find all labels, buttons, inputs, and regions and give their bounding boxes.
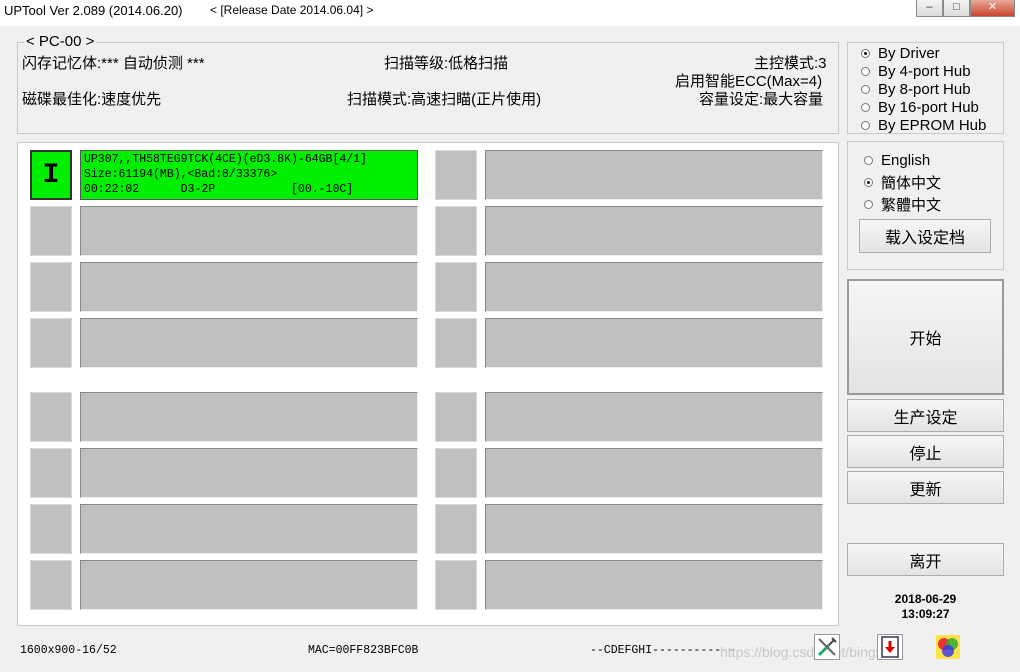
language-option-simplified[interactable]: 簡体中文 — [864, 171, 941, 193]
maximize-button[interactable]: □ — [943, 0, 970, 17]
stop-button[interactable]: 停止 — [847, 435, 1004, 468]
release-date: < [Release Date 2014.06.04] > — [210, 3, 374, 17]
scan-level-label: 扫描等级:低格扫描 — [384, 55, 509, 72]
radio-icon — [864, 155, 873, 165]
disk-optimization-label: 磁碟最佳化:速度优先 — [22, 91, 162, 108]
port-indicator — [435, 560, 477, 610]
watermark: https://blog.csdn.net/bingrez — [720, 644, 896, 660]
load-settings-button[interactable]: 载入设定档 — [859, 219, 991, 253]
radio-icon — [861, 66, 870, 76]
color-circles-icon[interactable] — [935, 634, 961, 660]
start-button[interactable]: 开始 — [847, 279, 1004, 395]
port-indicator — [30, 262, 72, 312]
port-indicator — [30, 504, 72, 554]
port-indicator — [30, 206, 72, 256]
port-slot[interactable] — [80, 504, 418, 554]
port-slot[interactable] — [485, 318, 823, 368]
radio-icon — [861, 48, 870, 58]
date-display: 2018-06-29 — [894, 592, 957, 606]
scan-mode-label: 扫描模式:高速扫瞄(正片使用) — [347, 91, 542, 108]
radio-icon — [861, 102, 870, 112]
production-settings-button[interactable]: 生产设定 — [847, 399, 1004, 432]
language-option-traditional[interactable]: 繁體中文 — [864, 193, 941, 215]
mode-option-8port[interactable]: By 8-port Hub — [861, 80, 986, 98]
port-slot[interactable] — [485, 392, 823, 442]
capacity-label: 容量设定:最大容量 — [699, 91, 824, 108]
time-display: 13:09:27 — [901, 607, 950, 621]
port-slot[interactable] — [485, 262, 823, 312]
port-indicator — [435, 392, 477, 442]
radio-icon — [864, 177, 873, 187]
resolution-status: 1600x900-16/52 — [20, 644, 117, 657]
radio-icon — [861, 120, 870, 130]
port-indicator — [435, 262, 477, 312]
language-options: English 簡体中文 繁體中文 — [864, 149, 941, 215]
port-slot[interactable] — [485, 504, 823, 554]
exit-button[interactable]: 离开 — [847, 543, 1004, 576]
port-indicator — [435, 206, 477, 256]
mode-option-16port[interactable]: By 16-port Hub — [861, 98, 986, 116]
port-indicator — [435, 150, 477, 200]
radio-icon — [861, 84, 870, 94]
port-slot[interactable] — [80, 560, 418, 610]
port-slot[interactable] — [485, 448, 823, 498]
group-label: < PC-00 > — [24, 33, 97, 50]
port-status-line: Size:61194(MB),<Bad:8/33376> — [84, 168, 278, 181]
port-indicator: I — [30, 150, 72, 200]
port-indicator — [435, 318, 477, 368]
port-slot[interactable] — [80, 318, 418, 368]
port-slot[interactable] — [80, 392, 418, 442]
drive-letters-status: --CDEFGHI------------ — [590, 644, 735, 657]
port-indicator — [30, 392, 72, 442]
port-indicator — [435, 504, 477, 554]
tools-icon[interactable] — [814, 634, 840, 660]
port-slot[interactable]: UP307,,TH58TEG9TCK(4CE)(eD3.8K)-64GB[4/1… — [80, 150, 418, 200]
mode-option-4port[interactable]: By 4-port Hub — [861, 62, 986, 80]
port-slot[interactable] — [485, 206, 823, 256]
language-option-english[interactable]: English — [864, 149, 941, 171]
port-slot[interactable] — [80, 448, 418, 498]
port-status-line: 00:22:02 D3-2P [00.-10C] — [84, 183, 354, 196]
minimize-button[interactable]: – — [916, 0, 943, 17]
radio-icon — [864, 199, 873, 209]
mode-option-driver[interactable]: By Driver — [861, 44, 986, 62]
port-slot[interactable] — [80, 262, 418, 312]
port-slot[interactable] — [485, 560, 823, 610]
download-icon[interactable] — [877, 634, 903, 660]
port-slot[interactable] — [80, 206, 418, 256]
port-indicator — [435, 448, 477, 498]
port-indicator — [30, 448, 72, 498]
port-indicator — [30, 560, 72, 610]
port-indicator — [30, 318, 72, 368]
window-title: UPTool Ver 2.089 (2014.06.20) — [4, 3, 183, 18]
mode-option-eprom[interactable]: By EPROM Hub — [861, 116, 986, 134]
flash-memory-label: 闪存记忆体:*** 自动侦测 *** — [22, 55, 205, 72]
port-status-line: UP307,,TH58TEG9TCK(4CE)(eD3.8K)-64GB[4/1… — [84, 153, 367, 166]
close-button[interactable]: ✕ — [970, 0, 1015, 17]
mac-status: MAC=00FF823BFC0B — [308, 644, 419, 657]
update-button[interactable]: 更新 — [847, 471, 1004, 504]
mode-options: By Driver By 4-port Hub By 8-port Hub By… — [861, 44, 986, 134]
port-slot[interactable] — [485, 150, 823, 200]
